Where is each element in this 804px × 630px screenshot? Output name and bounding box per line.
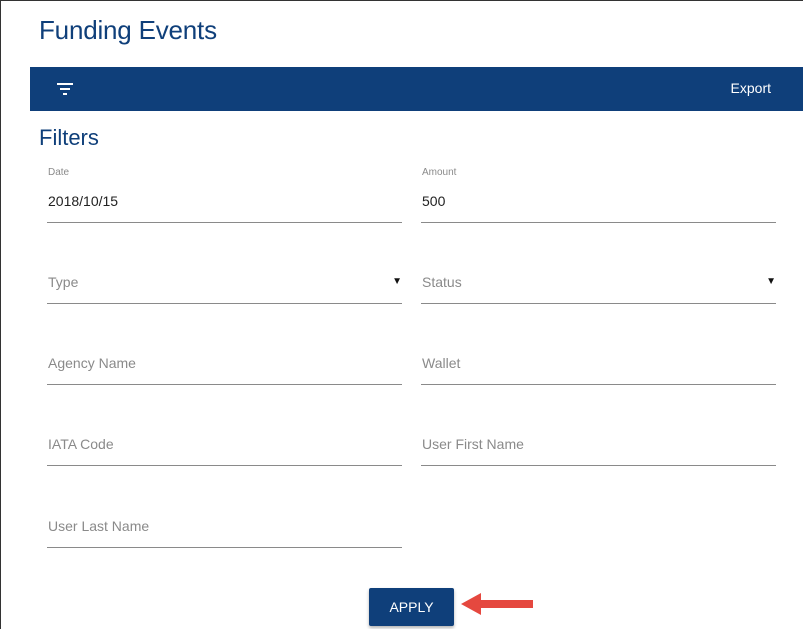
filters-heading: Filters	[39, 125, 99, 150]
user-last-name-placeholder: User Last Name	[48, 518, 150, 534]
agency-name-input[interactable]: Agency Name	[47, 345, 402, 385]
date-field[interactable]: Date 2018/10/15	[47, 167, 402, 223]
app-frame: Funding Events Export Filters Date 2018/…	[0, 0, 803, 629]
status-select[interactable]: Status ▼	[421, 263, 776, 304]
date-value: 2018/10/15	[48, 193, 119, 209]
amount-value: 500	[422, 193, 446, 209]
red-arrow-annotation-icon	[459, 591, 535, 622]
status-placeholder: Status	[422, 274, 462, 290]
filter-toggle-button[interactable]	[52, 77, 78, 101]
page-title: Funding Events	[39, 15, 217, 45]
toolbar: Export	[30, 67, 803, 111]
type-dropdown-icon: ▼	[392, 276, 402, 287]
amount-field[interactable]: Amount 500	[421, 167, 776, 223]
type-placeholder: Type	[48, 274, 79, 290]
iata-code-input[interactable]: IATA Code	[47, 426, 402, 466]
status-dropdown-icon: ▼	[766, 276, 776, 287]
apply-button[interactable]: APPLY	[369, 588, 454, 626]
user-last-name-input[interactable]: User Last Name	[47, 508, 402, 548]
wallet-placeholder: Wallet	[422, 355, 461, 371]
agency-name-placeholder: Agency Name	[48, 355, 136, 371]
iata-code-placeholder: IATA Code	[48, 436, 114, 452]
user-first-name-input[interactable]: User First Name	[421, 426, 776, 466]
user-first-name-placeholder: User First Name	[422, 436, 524, 452]
wallet-input[interactable]: Wallet	[421, 345, 776, 385]
amount-label: Amount	[422, 167, 457, 178]
type-select[interactable]: Type ▼	[47, 263, 402, 304]
date-label: Date	[48, 167, 70, 178]
filter-icon	[52, 77, 78, 101]
export-button[interactable]: Export	[731, 80, 771, 96]
